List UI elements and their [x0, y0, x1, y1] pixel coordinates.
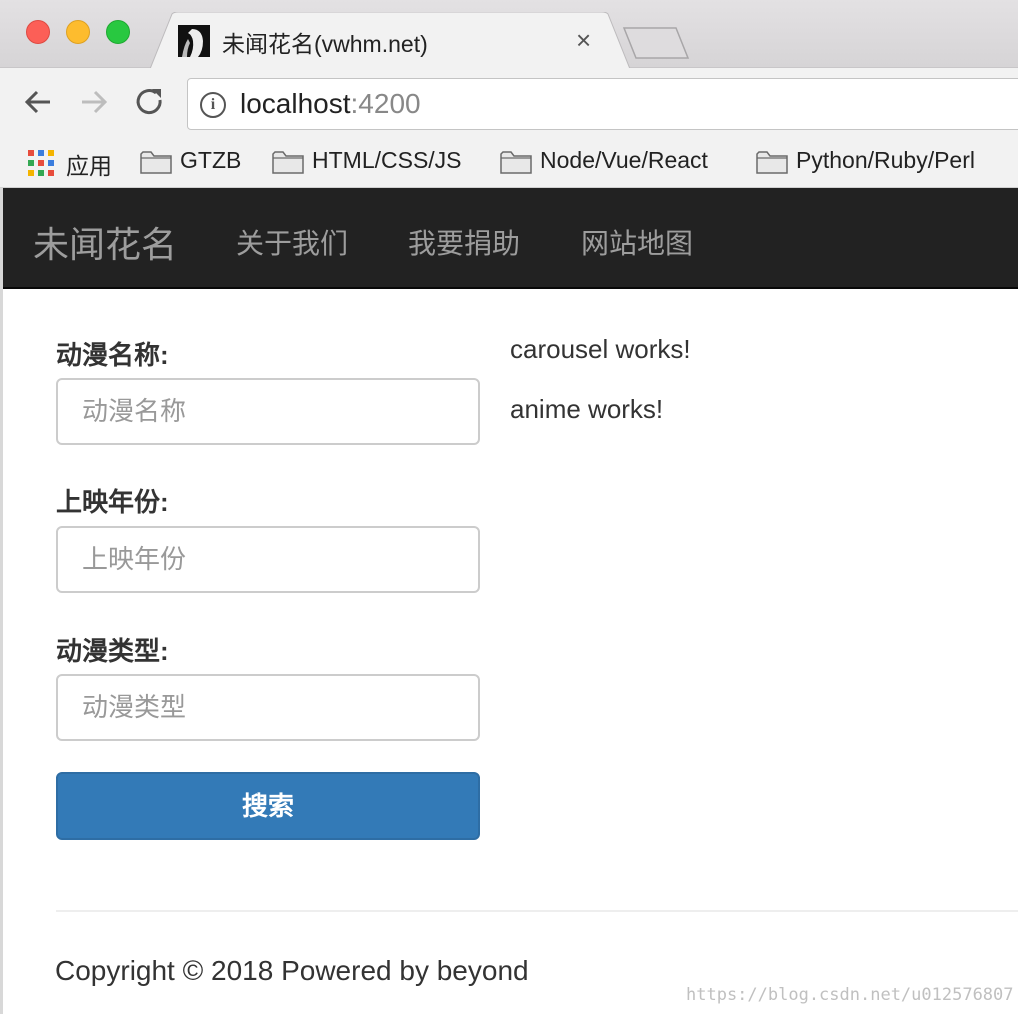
bookmark-label: HTML/CSS/JS	[312, 147, 462, 173]
folder-icon	[272, 151, 304, 174]
bookmark-apps[interactable]: 应用	[28, 147, 118, 179]
back-arrow-icon[interactable]	[20, 84, 56, 120]
browser-toolbar: i localhost:4200	[0, 68, 1018, 138]
address-host: localhost	[240, 88, 351, 119]
browser-tab-bar: 未闻花名(vwhm.net) ×	[0, 0, 1018, 69]
folder-icon	[140, 151, 172, 174]
window-minimize-button[interactable]	[66, 20, 90, 44]
nav-link-about[interactable]: 关于我们	[236, 222, 348, 262]
address-bar[interactable]: i localhost:4200	[187, 78, 1018, 130]
apps-grid-icon	[28, 150, 54, 176]
anime-name-input[interactable]: 动漫名称	[56, 378, 480, 445]
bookmark-python-ruby-perl[interactable]: Python/Ruby/Perl	[756, 147, 1018, 177]
bookmark-label: 应用	[66, 153, 112, 179]
folder-icon	[500, 151, 532, 174]
tab-close-icon[interactable]: ×	[576, 26, 591, 54]
bookmark-node-vue-react[interactable]: Node/Vue/React	[500, 147, 740, 177]
bookmark-label: Node/Vue/React	[540, 147, 708, 173]
browser-tab-active[interactable]: 未闻花名(vwhm.net) ×	[150, 12, 630, 69]
folder-icon	[756, 151, 788, 174]
bookmarks-bar: 应用 GTZB HTML/CSS/JS Node/Vue/React Pytho…	[0, 138, 1018, 188]
carousel-component-text: carousel works!	[510, 334, 691, 364]
anime-type-input[interactable]: 动漫类型	[56, 674, 480, 741]
release-year-label: 上映年份:	[56, 487, 169, 517]
tab-title: 未闻花名(vwhm.net)	[222, 31, 428, 57]
reload-icon[interactable]	[132, 84, 168, 120]
info-icon[interactable]: i	[200, 92, 226, 118]
bookmark-label: GTZB	[180, 147, 242, 173]
window-close-button[interactable]	[26, 20, 50, 44]
navbar-brand[interactable]: 未闻花名	[33, 216, 177, 268]
search-button[interactable]: 搜索	[56, 772, 480, 840]
forward-arrow-icon[interactable]	[76, 84, 112, 120]
anime-name-label: 动漫名称:	[56, 340, 169, 370]
footer-copyright: Copyright © 2018 Powered by beyond	[55, 955, 529, 986]
page-left-edge	[0, 188, 3, 1014]
release-year-input[interactable]: 上映年份	[56, 526, 480, 593]
anime-component-text: anime works!	[510, 394, 664, 424]
window-maximize-button[interactable]	[106, 20, 130, 44]
nav-link-sitemap[interactable]: 网站地图	[581, 222, 693, 262]
bookmark-html-css-js[interactable]: HTML/CSS/JS	[272, 147, 492, 177]
bookmark-gtzb[interactable]: GTZB	[140, 147, 260, 177]
favicon-icon	[178, 25, 210, 57]
bookmark-label: Python/Ruby/Perl	[796, 147, 975, 173]
footer-divider	[56, 910, 1018, 912]
new-tab-button[interactable]	[622, 26, 692, 60]
site-navbar: 未闻花名 关于我们 我要捐助 网站地图	[3, 188, 1018, 289]
nav-link-donate[interactable]: 我要捐助	[408, 222, 520, 262]
address-port: :4200	[350, 88, 421, 119]
anime-type-label: 动漫类型:	[56, 636, 169, 666]
watermark-text: https://blog.csdn.net/u012576807	[686, 985, 1014, 1005]
address-text: localhost:4200	[240, 88, 421, 120]
